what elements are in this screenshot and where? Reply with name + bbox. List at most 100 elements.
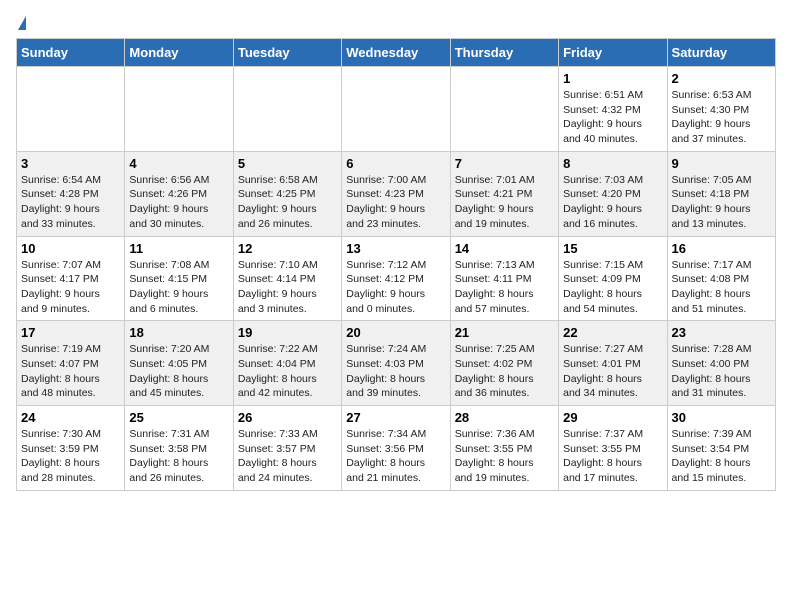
calendar-week-4: 17 Sunrise: 7:19 AM Sunset: 4:07 PM Dayli… — [17, 321, 776, 406]
day-info: Sunrise: 6:51 AM Sunset: 4:32 PM Dayligh… — [563, 88, 662, 147]
calendar-header-row: SundayMondayTuesdayWednesdayThursdayFrid… — [17, 39, 776, 67]
day-info: Sunrise: 6:56 AM Sunset: 4:26 PM Dayligh… — [129, 173, 228, 232]
day-info: Sunrise: 6:58 AM Sunset: 4:25 PM Dayligh… — [238, 173, 337, 232]
day-number: 19 — [238, 325, 337, 340]
calendar-cell: 1 Sunrise: 6:51 AM Sunset: 4:32 PM Daylig… — [559, 67, 667, 152]
day-number: 17 — [21, 325, 120, 340]
weekday-header-saturday: Saturday — [667, 39, 775, 67]
day-number: 24 — [21, 410, 120, 425]
day-number: 21 — [455, 325, 554, 340]
calendar-table: SundayMondayTuesdayWednesdayThursdayFrid… — [16, 38, 776, 491]
day-info: Sunrise: 7:17 AM Sunset: 4:08 PM Dayligh… — [672, 258, 771, 317]
calendar-cell: 16 Sunrise: 7:17 AM Sunset: 4:08 PM Dayli… — [667, 236, 775, 321]
day-info: Sunrise: 6:54 AM Sunset: 4:28 PM Dayligh… — [21, 173, 120, 232]
day-info: Sunrise: 7:34 AM Sunset: 3:56 PM Dayligh… — [346, 427, 445, 486]
day-info: Sunrise: 7:10 AM Sunset: 4:14 PM Dayligh… — [238, 258, 337, 317]
calendar-cell: 4 Sunrise: 6:56 AM Sunset: 4:26 PM Daylig… — [125, 151, 233, 236]
calendar-cell: 27Sunrise: 7:34 AM Sunset: 3:56 PM Dayli… — [342, 406, 450, 491]
day-info: Sunrise: 7:05 AM Sunset: 4:18 PM Dayligh… — [672, 173, 771, 232]
calendar-cell: 17 Sunrise: 7:19 AM Sunset: 4:07 PM Dayli… — [17, 321, 125, 406]
weekday-header-friday: Friday — [559, 39, 667, 67]
day-info: Sunrise: 7:36 AM Sunset: 3:55 PM Dayligh… — [455, 427, 554, 486]
day-info: Sunrise: 7:08 AM Sunset: 4:15 PM Dayligh… — [129, 258, 228, 317]
weekday-header-wednesday: Wednesday — [342, 39, 450, 67]
day-number: 15 — [563, 241, 662, 256]
day-number: 9 — [672, 156, 771, 171]
day-info: Sunrise: 7:12 AM Sunset: 4:12 PM Dayligh… — [346, 258, 445, 317]
page-header — [16, 16, 776, 30]
day-info: Sunrise: 7:22 AM Sunset: 4:04 PM Dayligh… — [238, 342, 337, 401]
day-number: 5 — [238, 156, 337, 171]
day-info: Sunrise: 7:27 AM Sunset: 4:01 PM Dayligh… — [563, 342, 662, 401]
day-info: Sunrise: 7:15 AM Sunset: 4:09 PM Dayligh… — [563, 258, 662, 317]
calendar-cell: 25 Sunrise: 7:31 AM Sunset: 3:58 PM Dayli… — [125, 406, 233, 491]
day-number: 8 — [563, 156, 662, 171]
calendar-cell: 5 Sunrise: 6:58 AM Sunset: 4:25 PM Daylig… — [233, 151, 341, 236]
day-number: 22 — [563, 325, 662, 340]
calendar-cell: 20Sunrise: 7:24 AM Sunset: 4:03 PM Dayli… — [342, 321, 450, 406]
day-number: 4 — [129, 156, 228, 171]
day-number: 20 — [346, 325, 445, 340]
calendar-week-3: 10 Sunrise: 7:07 AM Sunset: 4:17 PM Dayli… — [17, 236, 776, 321]
day-number: 10 — [21, 241, 120, 256]
calendar-cell: 13 Sunrise: 7:12 AM Sunset: 4:12 PM Dayli… — [342, 236, 450, 321]
day-number: 23 — [672, 325, 771, 340]
calendar-week-1: 1 Sunrise: 6:51 AM Sunset: 4:32 PM Daylig… — [17, 67, 776, 152]
calendar-cell: 21 Sunrise: 7:25 AM Sunset: 4:02 PM Dayli… — [450, 321, 558, 406]
weekday-header-monday: Monday — [125, 39, 233, 67]
calendar-cell: 19 Sunrise: 7:22 AM Sunset: 4:04 PM Dayli… — [233, 321, 341, 406]
weekday-header-sunday: Sunday — [17, 39, 125, 67]
day-number: 13 — [346, 241, 445, 256]
calendar-cell: 14 Sunrise: 7:13 AM Sunset: 4:11 PM Dayli… — [450, 236, 558, 321]
calendar-cell: 11Sunrise: 7:08 AM Sunset: 4:15 PM Dayli… — [125, 236, 233, 321]
weekday-header-tuesday: Tuesday — [233, 39, 341, 67]
calendar-cell: 12 Sunrise: 7:10 AM Sunset: 4:14 PM Dayli… — [233, 236, 341, 321]
calendar-cell: 8 Sunrise: 7:03 AM Sunset: 4:20 PM Daylig… — [559, 151, 667, 236]
day-info: Sunrise: 6:53 AM Sunset: 4:30 PM Dayligh… — [672, 88, 771, 147]
day-info: Sunrise: 7:19 AM Sunset: 4:07 PM Dayligh… — [21, 342, 120, 401]
day-number: 29 — [563, 410, 662, 425]
calendar-cell: 7 Sunrise: 7:01 AM Sunset: 4:21 PM Daylig… — [450, 151, 558, 236]
day-number: 12 — [238, 241, 337, 256]
calendar-cell: 30 Sunrise: 7:39 AM Sunset: 3:54 PM Dayli… — [667, 406, 775, 491]
calendar-cell: 9 Sunrise: 7:05 AM Sunset: 4:18 PM Daylig… — [667, 151, 775, 236]
day-info: Sunrise: 7:25 AM Sunset: 4:02 PM Dayligh… — [455, 342, 554, 401]
logo-triangle-icon — [18, 16, 26, 30]
calendar-cell: 24 Sunrise: 7:30 AM Sunset: 3:59 PM Dayli… — [17, 406, 125, 491]
day-number: 7 — [455, 156, 554, 171]
calendar-cell: 29Sunrise: 7:37 AM Sunset: 3:55 PM Dayli… — [559, 406, 667, 491]
day-number: 3 — [21, 156, 120, 171]
calendar-week-5: 24 Sunrise: 7:30 AM Sunset: 3:59 PM Dayli… — [17, 406, 776, 491]
day-info: Sunrise: 7:33 AM Sunset: 3:57 PM Dayligh… — [238, 427, 337, 486]
day-info: Sunrise: 7:07 AM Sunset: 4:17 PM Dayligh… — [21, 258, 120, 317]
day-info: Sunrise: 7:28 AM Sunset: 4:00 PM Dayligh… — [672, 342, 771, 401]
calendar-cell: 3 Sunrise: 6:54 AM Sunset: 4:28 PM Daylig… — [17, 151, 125, 236]
calendar-cell: 23 Sunrise: 7:28 AM Sunset: 4:00 PM Dayli… — [667, 321, 775, 406]
calendar-cell: 6Sunrise: 7:00 AM Sunset: 4:23 PM Daylig… — [342, 151, 450, 236]
day-number: 28 — [455, 410, 554, 425]
day-number: 16 — [672, 241, 771, 256]
day-info: Sunrise: 7:30 AM Sunset: 3:59 PM Dayligh… — [21, 427, 120, 486]
calendar-cell: 18 Sunrise: 7:20 AM Sunset: 4:05 PM Dayli… — [125, 321, 233, 406]
weekday-header-thursday: Thursday — [450, 39, 558, 67]
calendar-cell: 22 Sunrise: 7:27 AM Sunset: 4:01 PM Dayli… — [559, 321, 667, 406]
day-info: Sunrise: 7:01 AM Sunset: 4:21 PM Dayligh… — [455, 173, 554, 232]
logo — [16, 16, 26, 30]
day-number: 30 — [672, 410, 771, 425]
day-info: Sunrise: 7:31 AM Sunset: 3:58 PM Dayligh… — [129, 427, 228, 486]
day-number: 1 — [563, 71, 662, 86]
day-info: Sunrise: 7:00 AM Sunset: 4:23 PM Dayligh… — [346, 173, 445, 232]
day-info: Sunrise: 7:20 AM Sunset: 4:05 PM Dayligh… — [129, 342, 228, 401]
day-info: Sunrise: 7:03 AM Sunset: 4:20 PM Dayligh… — [563, 173, 662, 232]
day-info: Sunrise: 7:13 AM Sunset: 4:11 PM Dayligh… — [455, 258, 554, 317]
calendar-cell — [17, 67, 125, 152]
calendar-cell — [125, 67, 233, 152]
calendar-cell — [342, 67, 450, 152]
day-info: Sunrise: 7:39 AM Sunset: 3:54 PM Dayligh… — [672, 427, 771, 486]
day-number: 26 — [238, 410, 337, 425]
calendar-cell: 10 Sunrise: 7:07 AM Sunset: 4:17 PM Dayli… — [17, 236, 125, 321]
calendar-cell: 26 Sunrise: 7:33 AM Sunset: 3:57 PM Dayli… — [233, 406, 341, 491]
day-number: 25 — [129, 410, 228, 425]
day-number: 14 — [455, 241, 554, 256]
day-number: 18 — [129, 325, 228, 340]
